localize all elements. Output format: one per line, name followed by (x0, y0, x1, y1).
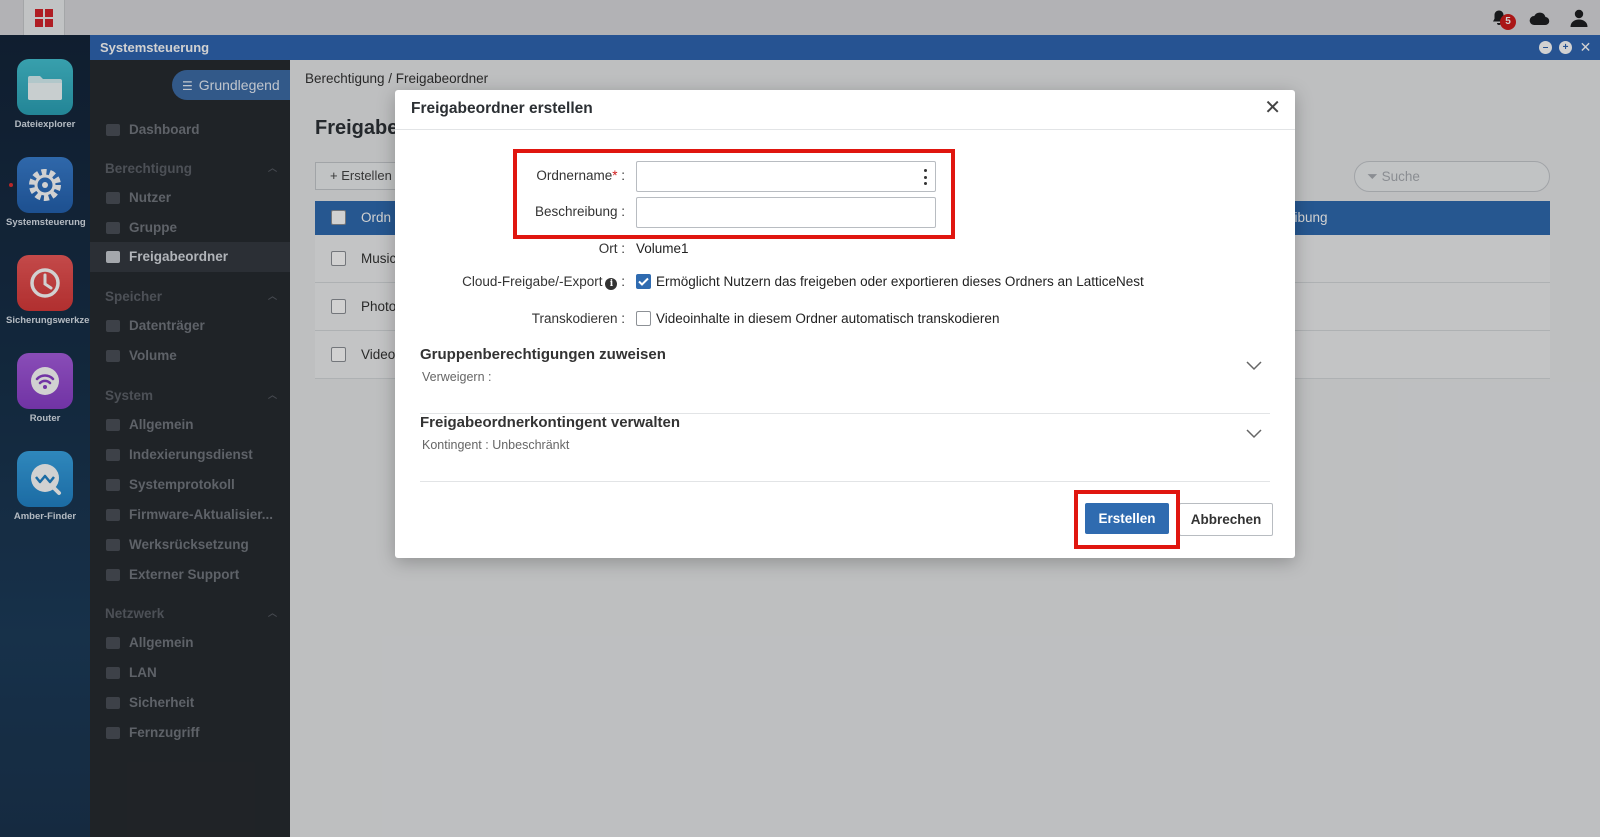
location-label: Ort : (598, 241, 625, 256)
cloud-share-checkbox[interactable] (636, 274, 651, 289)
chevron-down-icon[interactable] (1246, 358, 1262, 376)
dialog-title: Freigabeordner erstellen (411, 100, 593, 117)
dialog-header: Freigabeordner erstellen ✕ (395, 90, 1295, 130)
chevron-down-icon[interactable] (1246, 426, 1262, 444)
cancel-button[interactable]: Abbrechen (1179, 503, 1273, 536)
transcode-label: Transkodieren : (531, 311, 625, 326)
group-permissions-section[interactable]: Gruppenberechtigungen zuweisen Verweiger… (420, 346, 1270, 414)
create-shared-folder-dialog: Freigabeordner erstellen ✕ Ordnername* :… (395, 90, 1295, 558)
close-icon[interactable]: ✕ (1264, 98, 1281, 118)
info-icon[interactable]: i (605, 278, 618, 290)
transcode-checkbox[interactable] (636, 311, 651, 326)
cloud-share-option[interactable]: Ermöglicht Nutzern das freigeben oder ex… (636, 274, 1144, 289)
highlight-box-create (1074, 490, 1180, 549)
quota-section[interactable]: Freigabeordnerkontingent verwalten Konti… (420, 414, 1270, 482)
cloud-share-label: Cloud-Freigabe/-Export i : (462, 274, 625, 290)
highlight-box-fields (513, 149, 955, 239)
location-value: Volume1 (636, 241, 689, 256)
transcode-option[interactable]: Videoinhalte in diesem Ordner automatisc… (636, 311, 999, 326)
